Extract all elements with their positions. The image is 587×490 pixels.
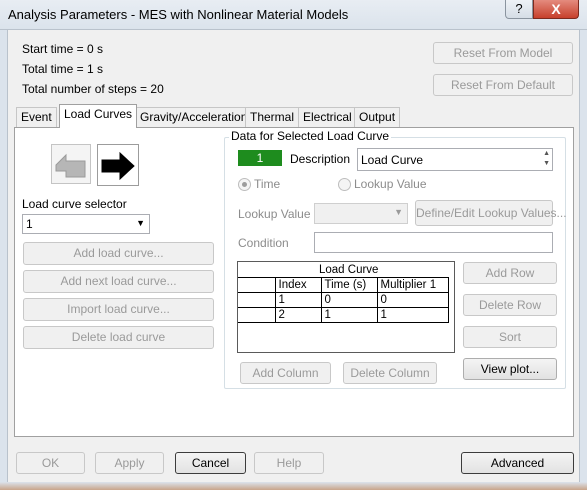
lookup-chevron-down-icon[interactable]: ▼ <box>394 207 403 217</box>
condition-label: Condition <box>238 236 289 250</box>
row-header <box>238 307 276 323</box>
reset-from-model-button[interactable]: Reset From Model <box>433 42 573 64</box>
spin-arrows-icon[interactable]: ▲ ▼ <box>543 149 550 169</box>
load-curve-table-wrapper: Index Time (s) Multiplier 1 1 0 0 2 1 1 <box>238 277 449 323</box>
description-value: Load Curve <box>361 153 424 167</box>
tab-event[interactable]: Event <box>16 107 57 127</box>
advanced-button[interactable]: Advanced <box>461 452 574 474</box>
help-icon[interactable]: ? <box>505 0 533 19</box>
total-steps-label: Total number of steps = 20 <box>22 82 164 96</box>
define-lookup-values-button[interactable]: Define/Edit Lookup Values... <box>415 200 567 226</box>
sort-button[interactable]: Sort <box>463 326 557 348</box>
table-header-row: Index Time (s) Multiplier 1 <box>238 277 449 293</box>
tab-thermal[interactable]: Thermal <box>245 107 300 127</box>
window-title: Analysis Parameters - MES with Nonlinear… <box>8 7 349 22</box>
lookup-value-radio[interactable] <box>338 178 351 191</box>
delete-column-button[interactable]: Delete Column <box>343 362 437 384</box>
column-header-time[interactable]: Time (s) <box>320 277 378 293</box>
lookup-value-dropdown[interactable]: ▼ <box>314 203 408 224</box>
load-curve-selector[interactable]: 1 ▼ <box>22 214 150 234</box>
start-time-label: Start time = 0 s <box>22 42 104 56</box>
table-cell[interactable]: 0 <box>320 292 378 308</box>
close-icon[interactable]: X <box>533 0 579 19</box>
add-next-load-curve-button[interactable]: Add next load curve... <box>23 270 214 293</box>
tab-output[interactable]: Output <box>354 107 401 127</box>
description-label: Description <box>290 152 351 166</box>
delete-load-curve-button[interactable]: Delete load curve <box>23 326 214 349</box>
ok-button[interactable]: OK <box>16 452 85 474</box>
row-header <box>238 292 276 308</box>
forward-arrow-icon <box>101 151 135 181</box>
condition-input[interactable] <box>314 232 553 253</box>
lookup-value-label: Lookup Value <box>238 207 311 221</box>
cancel-button[interactable]: Cancel <box>175 452 246 474</box>
next-curve-button[interactable] <box>97 144 139 186</box>
window-frame-right <box>579 30 587 490</box>
tab-load-curves[interactable]: Load Curves <box>59 104 138 128</box>
load-curve-table[interactable]: Index Time (s) Multiplier 1 1 0 0 2 1 1 <box>238 277 449 323</box>
table-cell[interactable]: 1 <box>376 307 449 323</box>
view-plot-button[interactable]: View plot... <box>463 358 557 380</box>
chevron-down-icon[interactable]: ▼ <box>136 218 145 228</box>
load-curve-table-title: Load Curve <box>319 264 379 276</box>
table-cell[interactable]: 0 <box>376 292 449 308</box>
column-header-index[interactable]: Index <box>274 277 322 293</box>
row-header-corner <box>238 277 276 293</box>
back-arrow-icon <box>55 153 86 178</box>
previous-curve-button[interactable] <box>51 144 91 184</box>
table-cell[interactable]: 2 <box>274 307 322 323</box>
load-curve-selector-value: 1 <box>26 217 33 231</box>
tab-gravity-acceleration[interactable]: Gravity/Acceleration <box>135 107 253 127</box>
tab-electrical[interactable]: Electrical <box>298 107 357 127</box>
add-column-button[interactable]: Add Column <box>240 362 331 384</box>
apply-button[interactable]: Apply <box>95 452 164 474</box>
description-input[interactable]: Load Curve ▲ ▼ <box>357 148 553 171</box>
column-header-multiplier-1[interactable]: Multiplier 1 <box>376 277 449 293</box>
reset-from-default-button[interactable]: Reset From Default <box>433 74 573 96</box>
import-load-curve-button[interactable]: Import load curve... <box>23 298 214 321</box>
delete-row-button[interactable]: Delete Row <box>463 294 557 316</box>
group-title: Data for Selected Load Curve <box>229 129 392 143</box>
window-frame-left <box>0 30 8 490</box>
add-row-button[interactable]: Add Row <box>463 262 557 284</box>
total-time-label: Total time = 1 s <box>22 62 104 76</box>
lookup-value-radio-label: Lookup Value <box>354 177 427 191</box>
help-button[interactable]: Help <box>254 452 324 474</box>
table-row[interactable]: 1 0 0 <box>238 292 449 308</box>
table-cell[interactable]: 1 <box>274 292 322 308</box>
time-radio-label: Time <box>254 177 281 191</box>
table-cell[interactable]: 1 <box>320 307 378 323</box>
time-radio[interactable] <box>238 178 251 191</box>
window-frame-bottom <box>0 482 587 490</box>
curve-number-badge: 1 <box>238 150 282 166</box>
table-row[interactable]: 2 1 1 <box>238 307 449 323</box>
add-load-curve-button[interactable]: Add load curve... <box>23 242 214 265</box>
load-curve-selector-label: Load curve selector <box>22 197 127 211</box>
